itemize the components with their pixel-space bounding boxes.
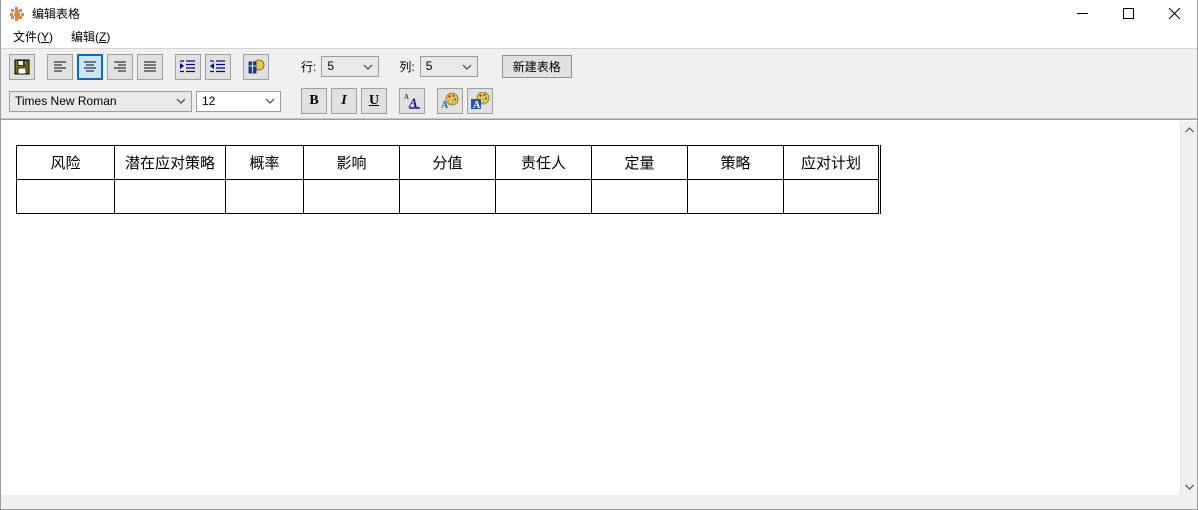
document-canvas[interactable]: 风险 潜在应对策略 概率 影响 分值 责任人 定量 策略 应对计划 (1, 121, 1180, 495)
menu-edit[interactable]: 编辑(Z) (67, 28, 118, 47)
scroll-down-icon (1185, 484, 1194, 490)
menu-edit-accel: Z (99, 30, 107, 44)
rows-select[interactable]: 5 (321, 56, 380, 77)
cols-select[interactable]: 5 (419, 56, 478, 77)
font-letter-a-icon: A A (404, 93, 420, 110)
table-cell[interactable] (495, 179, 592, 214)
risk-table[interactable]: 风险 潜在应对策略 概率 影响 分值 责任人 定量 策略 应对计划 (16, 145, 881, 214)
align-right-button[interactable] (107, 53, 133, 80)
increase-indent-button[interactable] (175, 53, 201, 80)
table-header-cell[interactable]: 影响 (303, 145, 400, 180)
font-style-button[interactable]: A A (399, 88, 425, 114)
table-header-cell[interactable]: 潜在应对策略 (114, 145, 226, 180)
toolbar-separator (167, 66, 175, 67)
table-cell[interactable] (114, 179, 226, 214)
vertical-scrollbar[interactable] (1180, 121, 1197, 495)
font-size-value: 12 (202, 93, 216, 108)
flower-app-icon (9, 6, 25, 22)
scroll-track[interactable] (1181, 138, 1197, 478)
menu-file[interactable]: 文件(Y) (9, 28, 61, 47)
font-family-value: Times New Roman (15, 93, 117, 108)
svg-text:A: A (441, 100, 449, 110)
window-controls (1059, 0, 1197, 27)
toolbar-separator (391, 101, 399, 102)
rows-label: 行: (301, 59, 317, 74)
application-window: 编辑表格 文件(Y) 编辑(Z) 行: 5 列: 5 新建表格 Times Ne… (0, 0, 1198, 510)
minimize-button[interactable] (1059, 0, 1105, 27)
italic-button[interactable]: I (331, 88, 357, 114)
table-header-cell[interactable]: 应对计划 (783, 145, 880, 180)
font-size-select[interactable]: 12 (196, 90, 281, 112)
toolbar-primary: 行: 5 列: 5 新建表格 (1, 49, 1197, 84)
table-cell[interactable] (16, 179, 115, 214)
table-cell[interactable] (399, 179, 496, 214)
align-center-button[interactable] (77, 53, 103, 80)
chevron-down-icon (363, 63, 373, 70)
font-color-button[interactable]: A (437, 88, 463, 114)
title-bar: 编辑表格 (1, 0, 1197, 27)
italic-icon: I (341, 93, 347, 108)
font-family-select[interactable]: Times New Roman (9, 90, 192, 112)
maximize-button[interactable] (1105, 0, 1151, 27)
toolbar-formatting: Times New Roman 12 B I U A A A A (1, 84, 1197, 118)
toolbar-separator (235, 66, 243, 67)
table-header-row: 风险 潜在应对策略 概率 影响 分值 责任人 定量 策略 应对计划 (16, 145, 880, 180)
table-cell[interactable] (783, 179, 880, 214)
rows-select-value: 5 (327, 59, 335, 73)
decrease-indent-button[interactable] (205, 53, 231, 80)
toolbar-separator (39, 66, 47, 67)
underline-button[interactable]: U (361, 88, 387, 114)
menu-bar: 文件(Y) 编辑(Z) (1, 27, 1197, 49)
scroll-up-button[interactable] (1181, 121, 1197, 138)
align-left-button[interactable] (47, 53, 73, 80)
menu-edit-label: 编辑 (71, 30, 96, 44)
bold-button[interactable]: B (301, 88, 327, 114)
table-header-cell[interactable]: 责任人 (495, 145, 592, 180)
bold-icon: B (309, 93, 319, 108)
scroll-up-icon (1185, 126, 1194, 132)
chevron-down-icon (462, 63, 472, 70)
scroll-down-button[interactable] (1181, 478, 1197, 495)
new-table-button[interactable]: 新建表格 (501, 55, 572, 78)
content-area: 风险 潜在应对策略 概率 影响 分值 责任人 定量 策略 应对计划 (1, 120, 1197, 495)
palette-highlight-color-icon: A (471, 92, 490, 110)
insert-table-button[interactable] (243, 53, 269, 80)
table-header-cell[interactable]: 风险 (16, 145, 115, 180)
menu-file-accel: Y (41, 30, 50, 44)
menu-file-label: 文件 (13, 30, 38, 44)
table-header-cell[interactable]: 概率 (225, 145, 304, 180)
align-justify-button[interactable] (137, 53, 163, 80)
save-button[interactable] (9, 53, 35, 80)
table-header-cell[interactable]: 策略 (687, 145, 784, 180)
underline-icon: U (368, 93, 380, 108)
cols-select-value: 5 (425, 59, 433, 73)
table-row (16, 179, 880, 214)
svg-text:A: A (473, 100, 481, 110)
table-cell[interactable] (687, 179, 784, 214)
table-cell[interactable] (225, 179, 304, 214)
highlight-color-button[interactable]: A (467, 88, 493, 114)
table-header-cell[interactable]: 分值 (399, 145, 496, 180)
chevron-down-icon (265, 98, 275, 105)
close-button[interactable] (1151, 0, 1197, 27)
toolbar-separator (429, 101, 437, 102)
cols-label: 列: (399, 59, 415, 74)
chevron-down-icon (176, 98, 186, 105)
table-cell[interactable] (303, 179, 400, 214)
table-header-cell[interactable]: 定量 (591, 145, 688, 180)
table-cell[interactable] (591, 179, 688, 214)
window-title: 编辑表格 (32, 6, 81, 21)
palette-font-color-icon: A (441, 92, 459, 110)
